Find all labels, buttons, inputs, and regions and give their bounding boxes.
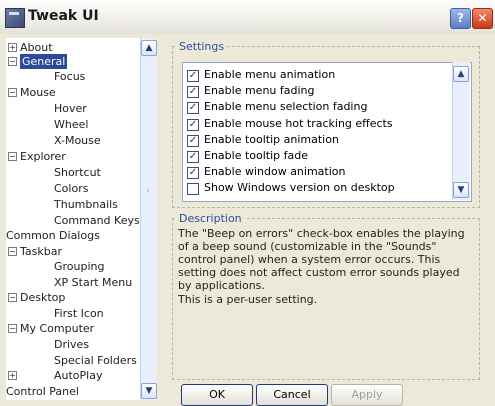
setting-row[interactable]: Show Windows version on desktop [187, 180, 447, 196]
tree-item[interactable]: Special Folders [54, 353, 137, 368]
settings-scroll-down-icon[interactable]: ▼ [453, 182, 469, 198]
tree-item[interactable]: About [20, 40, 53, 55]
tree-item[interactable]: Hover [54, 101, 87, 116]
settings-scroll-up-icon[interactable]: ▲ [453, 66, 469, 82]
description-text: The "Beep on errors" check-box enables t… [178, 227, 465, 292]
setting-row[interactable]: ✓ Enable tooltip fade [187, 148, 447, 164]
setting-label: Enable menu fading [204, 84, 315, 98]
tree-item[interactable]: X-Mouse [54, 133, 101, 148]
close-button[interactable]: ✕ [472, 8, 493, 29]
tree-item[interactable]: My Computer [20, 321, 94, 336]
description-note: This is a per-user setting. [178, 293, 318, 306]
tree-item[interactable]: Shortcut [54, 165, 101, 180]
checkbox[interactable]: ✓ [187, 102, 199, 115]
tree-item[interactable]: Explorer [20, 149, 66, 164]
tree-item[interactable]: Drives [54, 337, 89, 352]
checkbox[interactable]: ✓ [187, 70, 199, 82]
tree-item[interactable]: First Icon [54, 306, 104, 321]
tree-toggle-icon[interactable]: − [8, 293, 17, 302]
setting-row[interactable]: ✓ Enable menu animation [187, 67, 447, 83]
tree-item[interactable]: AutoPlay [54, 368, 102, 383]
setting-label: Enable menu animation [204, 68, 336, 81]
tree-toggle-icon[interactable]: + [8, 43, 17, 52]
checkbox[interactable]: ✓ [187, 167, 199, 180]
cancel-button[interactable]: Cancel [256, 384, 328, 406]
setting-label: Enable mouse hot tracking effects [204, 116, 393, 130]
tree-item[interactable]: Command Keys [54, 213, 140, 228]
settings-scrollbar[interactable]: ▲ ▼ [452, 62, 470, 200]
tree-item[interactable]: XP Start Menu [54, 275, 132, 290]
settings-group-label: Settings [176, 40, 228, 53]
ok-button[interactable]: OK [181, 384, 253, 406]
tree-item[interactable]: Wheel [54, 117, 88, 132]
settings-list[interactable]: ✓ Enable menu animation ✓ Enable menu fadin… [182, 62, 472, 202]
tree-item[interactable]: Grouping [54, 259, 105, 274]
checkbox[interactable]: ✓ [187, 151, 199, 163]
apply-button[interactable]: Apply [331, 384, 403, 406]
description-group-label: Description [176, 212, 245, 225]
tree-toggle-icon[interactable]: + [8, 371, 17, 380]
tree-toggle-icon[interactable]: − [8, 88, 17, 97]
tree-item[interactable]: Thumbnails [54, 197, 118, 212]
tree-item[interactable]: Taskbar [20, 244, 62, 259]
checkbox[interactable]: ✓ [187, 134, 199, 147]
tree-toggle-icon[interactable]: − [8, 57, 17, 66]
tree-scrollbar[interactable]: ▲ ‹ ▼ [140, 38, 157, 400]
category-tree[interactable]: + About − General Focus − Mouse Hover Wheel X-Mou… [6, 38, 156, 400]
setting-row[interactable]: ✓ Enable menu selection fading [187, 99, 447, 115]
setting-row[interactable]: ✓ Enable window animation [187, 164, 447, 180]
setting-label: Enable menu selection fading [204, 100, 368, 114]
tree-item[interactable]: Mouse [20, 85, 56, 100]
checkbox[interactable]: ✓ [187, 118, 199, 131]
scroll-down-arrow-icon[interactable]: ▼ [141, 383, 157, 399]
checkbox[interactable] [187, 183, 199, 196]
tree-item[interactable]: Desktop [20, 290, 65, 305]
setting-row[interactable]: ✓ Enable menu fading [187, 83, 447, 99]
tree-item[interactable]: General [20, 54, 68, 69]
tree-toggle-icon[interactable]: − [8, 247, 17, 256]
tree-item[interactable]: Control Panel [6, 384, 79, 399]
tree-item[interactable]: Common Dialogs [6, 228, 100, 243]
setting-label: Enable tooltip animation [204, 132, 339, 146]
setting-label: Enable window animation [204, 165, 346, 179]
checkbox[interactable]: ✓ [187, 86, 199, 99]
tweakui-app-icon [5, 8, 25, 28]
setting-row[interactable]: ✓ Enable mouse hot tracking effects [187, 116, 447, 132]
setting-row[interactable]: ✓ Enable tooltip animation [187, 132, 447, 148]
scroll-grip-icon: ‹ [146, 186, 150, 196]
tree-toggle-icon[interactable]: − [8, 152, 17, 161]
title-bar: Tweak UI ? ✕ [0, 0, 495, 34]
tree-toggle-icon[interactable]: − [8, 324, 17, 333]
setting-label: Show Windows version on desktop [204, 181, 395, 195]
window-title: Tweak UI [28, 8, 99, 24]
setting-label: Enable tooltip fade [204, 149, 309, 162]
tree-item[interactable]: Colors [54, 181, 88, 196]
scroll-up-arrow-icon[interactable]: ▲ [141, 40, 157, 56]
help-button[interactable]: ? [450, 8, 471, 29]
tree-item[interactable]: Focus [54, 69, 85, 84]
